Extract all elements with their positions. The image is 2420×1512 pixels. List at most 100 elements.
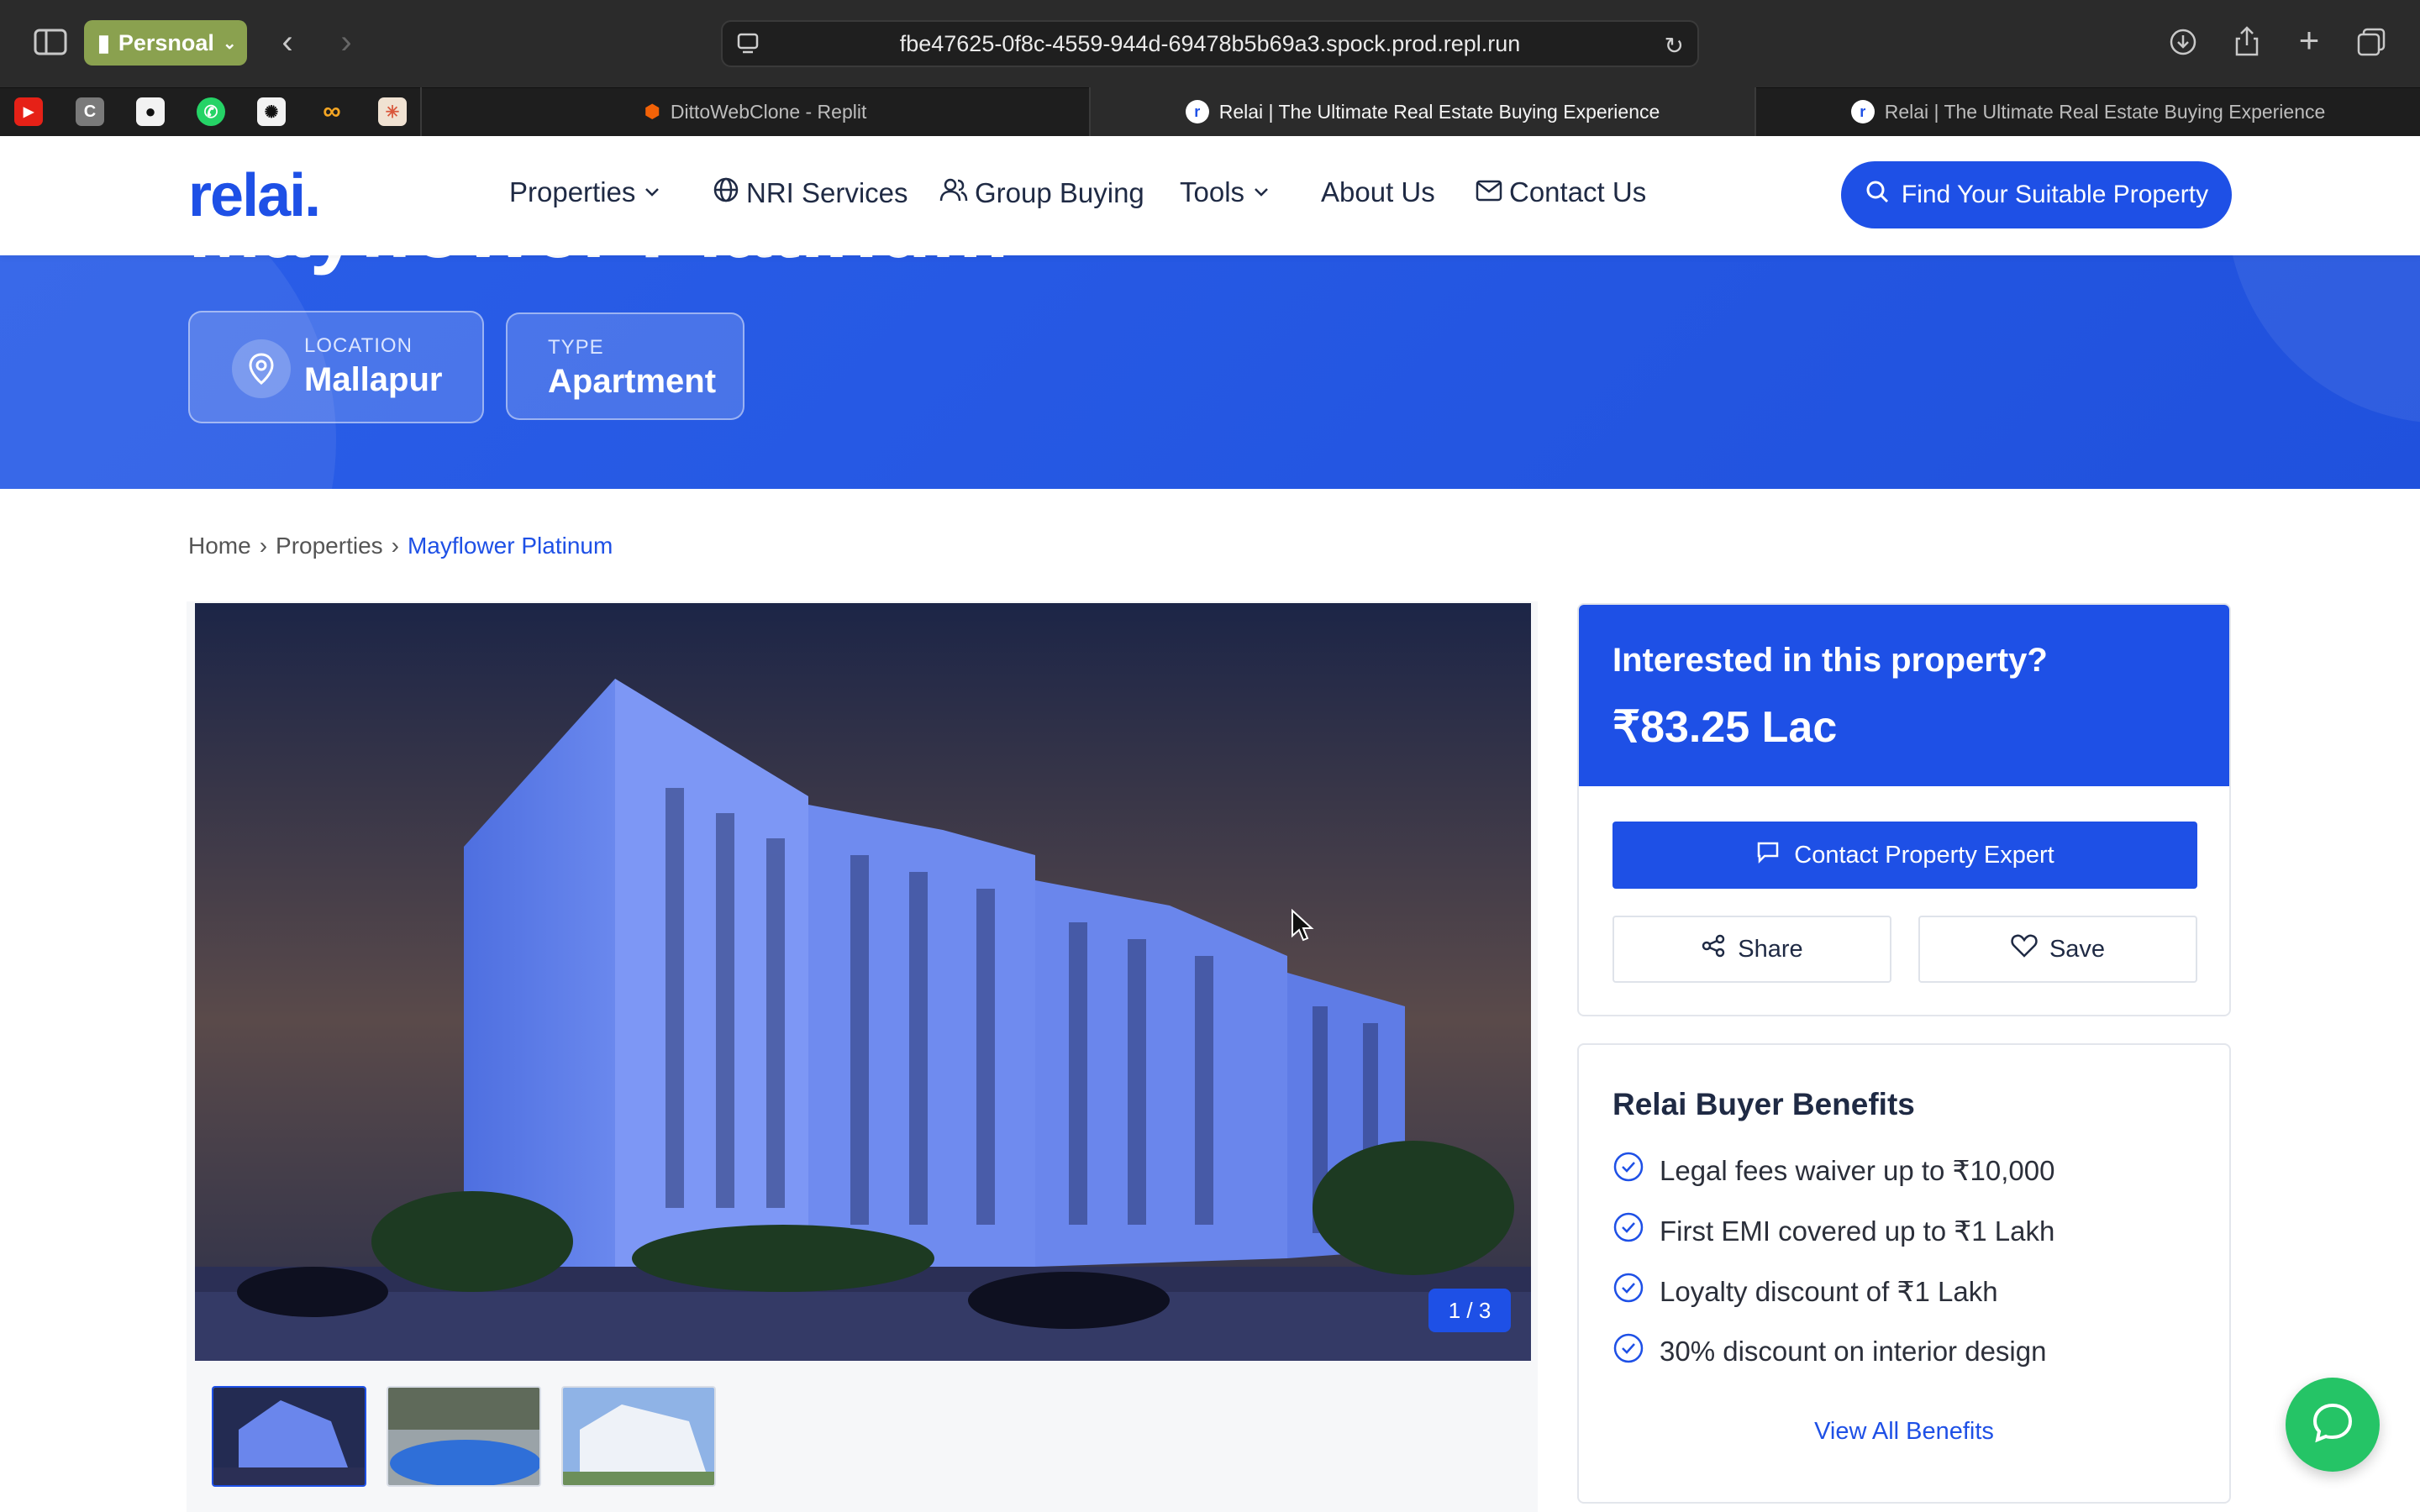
back-icon[interactable]: ‹ — [271, 24, 304, 60]
benefit-item: 30% discount on interior design — [1612, 1332, 2046, 1371]
tab-title: Relai | The Ultimate Real Estate Buying … — [1218, 100, 1660, 123]
nav-contact-us[interactable]: Contact Us — [1476, 176, 1646, 208]
url-text: fbe47625-0f8c-4559-944d-69478b5b69a3.spo… — [899, 30, 1521, 56]
tab-title: Relai | The Ultimate Real Estate Buying … — [1884, 100, 2326, 123]
nav-group-buying[interactable]: Group Buying — [939, 176, 1144, 210]
mail-icon — [1476, 176, 1502, 208]
type-card: TYPE Apartment — [506, 312, 744, 420]
chevron-down-icon: ⌄ — [222, 34, 237, 53]
location-value: Mallapur — [304, 361, 443, 398]
property-title: Mayflower Platinum — [188, 255, 1009, 278]
image-counter: 1 / 3 — [1428, 1289, 1511, 1332]
gallery-thumbnail[interactable] — [212, 1386, 366, 1487]
share-button[interactable]: Share — [1612, 916, 1891, 983]
tab-relai-active[interactable]: r Relai | The Ultimate Real Estate Buyin… — [1089, 87, 1754, 136]
chat-bubble-icon — [2310, 1400, 2355, 1450]
benefits-title: Relai Buyer Benefits — [1612, 1087, 1915, 1121]
interest-heading: Interested in this property? — [1612, 642, 2048, 679]
sidebar-toggle-icon[interactable] — [32, 25, 69, 59]
openai-icon[interactable]: ✺ — [257, 97, 286, 126]
breadcrumb: Home › Properties › Mayflower Platinum — [188, 533, 613, 559]
message-icon — [1755, 839, 1781, 871]
mouse-cursor-icon — [1291, 908, 1314, 947]
search-icon — [1865, 179, 1890, 211]
asterisk-icon[interactable]: ✳ — [378, 97, 407, 126]
buyer-benefits-card: Relai Buyer Benefits Legal fees waiver u… — [1577, 1043, 2231, 1504]
check-circle-icon — [1612, 1272, 1644, 1310]
new-tab-icon[interactable]: + — [2292, 20, 2326, 60]
profile-label: Persnoal — [118, 29, 214, 55]
tab-overview-icon[interactable] — [2354, 25, 2388, 59]
tab-relai[interactable]: r Relai | The Ultimate Real Estate Buyin… — [1754, 87, 2420, 136]
benefit-text: 30% discount on interior design — [1660, 1336, 2047, 1367]
nav-label: NRI Services — [746, 177, 908, 208]
gallery-thumbnail[interactable] — [561, 1386, 716, 1487]
location-label: LOCATION — [304, 334, 413, 357]
address-bar[interactable]: fbe47625-0f8c-4559-944d-69478b5b69a3.spo… — [721, 20, 1699, 67]
breadcrumb-current: Mayflower Platinum — [407, 533, 613, 559]
contact-expert-label: Contact Property Expert — [1794, 841, 2054, 869]
youtube-icon[interactable]: ▶ — [14, 97, 43, 126]
save-label: Save — [2049, 935, 2106, 963]
save-button[interactable]: Save — [1918, 916, 2197, 983]
breadcrumb-separator: › — [259, 533, 268, 559]
profile-icon: ▮ — [97, 29, 110, 55]
users-icon — [939, 176, 968, 210]
contact-expert-button[interactable]: Contact Property Expert — [1612, 822, 2197, 889]
forward-icon[interactable]: › — [329, 24, 363, 60]
location-card: LOCATION Mallapur — [188, 311, 484, 423]
type-label: TYPE — [548, 336, 604, 359]
site-header: relai. Properties NRI Services Group Buy… — [0, 136, 2420, 255]
benefit-text: Legal fees waiver up to ₹10,000 — [1660, 1154, 2055, 1186]
check-circle-icon — [1612, 1151, 1644, 1189]
hero-decoration — [2227, 255, 2420, 423]
benefit-item: Legal fees waiver up to ₹10,000 — [1612, 1151, 2054, 1189]
chat-button[interactable] — [2286, 1378, 2380, 1472]
nav-properties[interactable]: Properties — [509, 176, 662, 208]
find-property-button[interactable]: Find Your Suitable Property — [1841, 161, 2232, 228]
property-hero: Mayflower Platinum LOCATION Mallapur TYP… — [0, 255, 2420, 489]
share-icon[interactable] — [2230, 24, 2264, 59]
interest-card-header: Interested in this property? ₹83.25 Lac — [1579, 605, 2229, 786]
relai-favicon-icon: r — [1185, 100, 1209, 123]
infinity-icon[interactable]: ∞ — [318, 97, 346, 126]
profile-switcher[interactable]: ▮ Persnoal ⌄ — [84, 20, 247, 66]
property-price: ₹83.25 Lac — [1612, 703, 1838, 752]
globe-icon — [713, 176, 739, 210]
nav-label: Group Buying — [975, 177, 1144, 208]
share-label: Share — [1738, 935, 1803, 963]
benefit-item: First EMI covered up to ₹1 Lakh — [1612, 1211, 2054, 1250]
breadcrumb-home[interactable]: Home — [188, 533, 251, 559]
view-all-benefits-link[interactable]: View All Benefits — [1579, 1418, 2229, 1446]
chevron-down-icon — [642, 176, 662, 208]
tab-title: DittoWebClone - Replit — [670, 100, 867, 123]
page-settings-icon[interactable] — [736, 32, 760, 61]
nav-label: Contact Us — [1509, 176, 1647, 207]
whatsapp-icon[interactable]: ✆ — [197, 97, 225, 126]
gallery-thumbnail[interactable] — [387, 1386, 541, 1487]
nav-label: Properties — [509, 176, 636, 207]
github-icon[interactable]: ● — [136, 97, 165, 126]
property-gallery: 1 / 3 — [187, 601, 1538, 1512]
nav-label: Tools — [1180, 176, 1245, 207]
check-circle-icon — [1612, 1332, 1644, 1371]
map-pin-icon — [232, 339, 291, 398]
benefit-text: First EMI covered up to ₹1 Lakh — [1660, 1215, 2055, 1247]
property-main-image[interactable]: 1 / 3 — [195, 603, 1531, 1361]
type-value: Apartment — [548, 363, 717, 400]
nav-nri-services[interactable]: NRI Services — [713, 176, 908, 210]
share-nodes-icon — [1701, 933, 1726, 965]
relai-logo[interactable]: relai. — [188, 161, 321, 230]
replit-icon: ⬢ — [644, 101, 660, 122]
heart-icon — [2011, 933, 2038, 965]
apartment-render-image — [195, 603, 1531, 1361]
benefit-text: Loyalty discount of ₹1 Lakh — [1660, 1275, 1998, 1307]
nav-about-us[interactable]: About Us — [1321, 176, 1435, 208]
tab-replit[interactable]: ⬢ DittoWebClone - Replit — [420, 87, 1089, 136]
reload-icon[interactable]: ↻ — [1665, 32, 1684, 60]
benefit-item: Loyalty discount of ₹1 Lakh — [1612, 1272, 1998, 1310]
c-icon[interactable]: C — [76, 97, 104, 126]
nav-tools[interactable]: Tools — [1180, 176, 1271, 208]
downloads-icon[interactable] — [2166, 25, 2200, 59]
breadcrumb-properties[interactable]: Properties — [276, 533, 383, 559]
